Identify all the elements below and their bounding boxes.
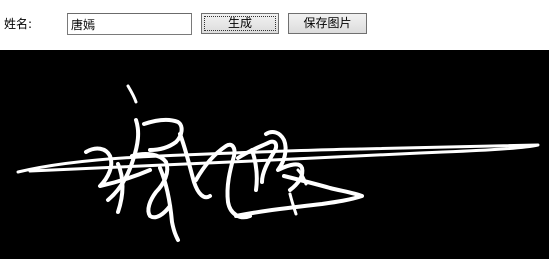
save-image-button[interactable]: 保存图片: [288, 13, 367, 34]
save-image-button-label: 保存图片: [303, 16, 352, 30]
generate-button-label: 生成: [227, 16, 252, 30]
signature-toolbar: 姓名: 生成 保存图片: [0, 0, 553, 48]
signature-image: [0, 50, 549, 259]
generate-button[interactable]: 生成: [201, 13, 279, 34]
signature-canvas: [0, 50, 549, 259]
name-input[interactable]: [67, 13, 192, 35]
name-label: 姓名:: [4, 17, 33, 31]
